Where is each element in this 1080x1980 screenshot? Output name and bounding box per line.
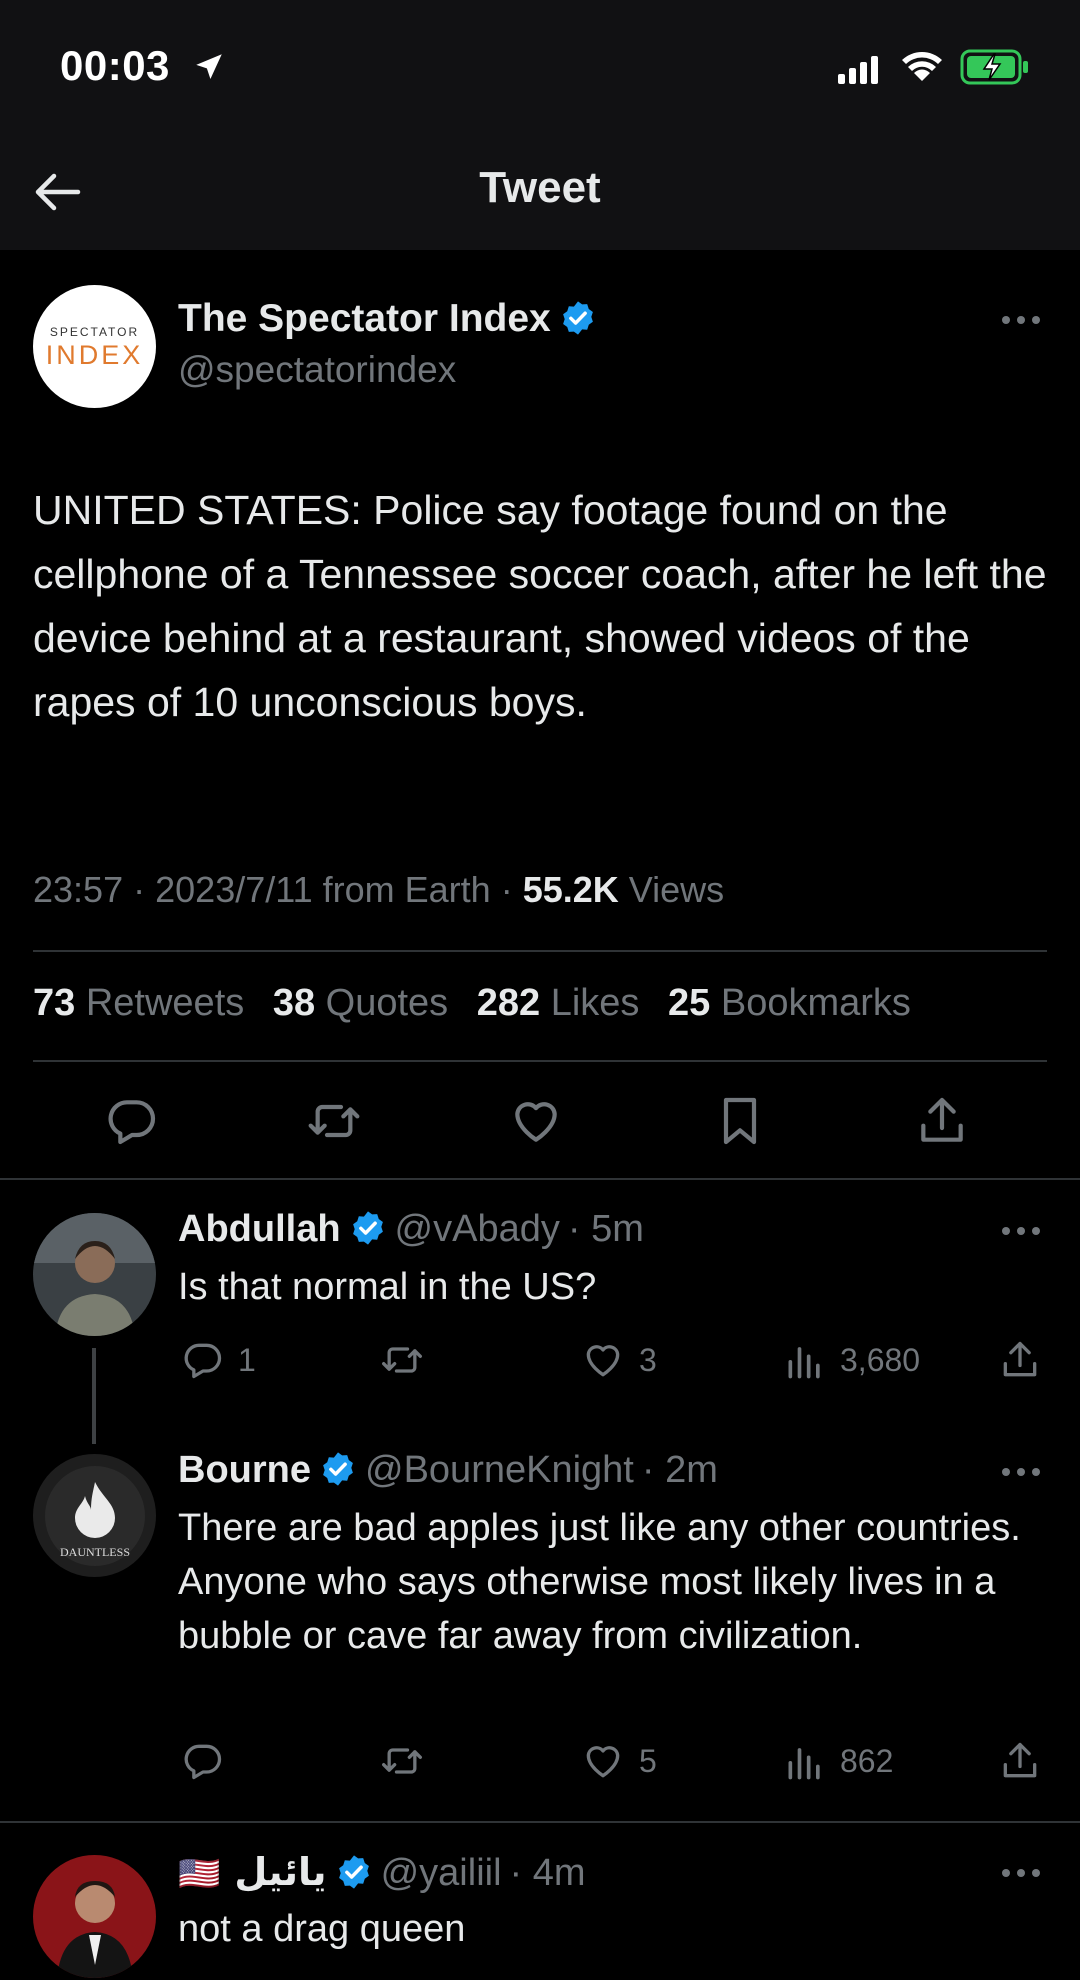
tweet-source: from Earth	[322, 869, 491, 910]
thread-line	[92, 1348, 96, 1444]
reply-author-name[interactable]: يائيل	[234, 1852, 326, 1894]
stat-count: 73	[33, 982, 76, 1024]
quotes-stat[interactable]: 38 Quotes	[273, 982, 448, 1024]
meta-separator: ·	[133, 869, 146, 910]
tweet-text: UNITED STATES: Police say footage found …	[33, 487, 1047, 725]
more-options-icon[interactable]	[1000, 313, 1042, 327]
share-icon[interactable]	[998, 1338, 1042, 1382]
avatar-logo-top: SPECTATOR	[49, 325, 140, 339]
stat-label: Bookmarks	[720, 982, 911, 1024]
status-bar: 00:03	[0, 0, 1080, 135]
wifi-icon	[902, 52, 942, 81]
retweet-icon[interactable]	[306, 1093, 362, 1149]
reply-time: · 4m	[509, 1852, 586, 1894]
reply-avatar[interactable]	[33, 1855, 156, 1978]
reply-time: · 2m	[641, 1449, 718, 1491]
reply-icon[interactable]	[104, 1093, 160, 1149]
retweet-icon[interactable]	[380, 1338, 424, 1382]
like-heart-icon[interactable]	[581, 1338, 625, 1382]
like-heart-icon[interactable]	[508, 1093, 564, 1149]
reply-avatar-label: DAUNTLESS	[60, 1545, 130, 1559]
views-chart-icon[interactable]	[783, 1739, 827, 1783]
more-options-icon[interactable]	[1000, 1465, 1042, 1479]
reply-author-name[interactable]: Bourne	[178, 1449, 311, 1491]
like-heart-icon[interactable]	[581, 1739, 625, 1783]
reply-avatar[interactable]: DAUNTLESS	[33, 1454, 156, 1577]
top-nav-bar: Tweet	[0, 135, 1080, 250]
reply-header: 🇺🇸 يائيل @yailiil · 4m	[178, 1850, 586, 1895]
views-label[interactable]: Views	[629, 869, 724, 910]
author-avatar[interactable]: SPECTATOR INDEX	[33, 285, 156, 408]
divider	[0, 1178, 1080, 1180]
likes-stat[interactable]: 282 Likes	[477, 982, 640, 1024]
verified-badge-icon	[352, 1211, 383, 1245]
views-count: 3,680	[840, 1342, 921, 1378]
views-chart-icon[interactable]	[783, 1338, 827, 1382]
reply-icon[interactable]	[181, 1739, 225, 1783]
bookmark-icon[interactable]	[712, 1093, 768, 1149]
tweet-time: 23:57	[33, 869, 124, 910]
views-count: 862	[840, 1743, 894, 1779]
author-name-row[interactable]: The Spectator Index	[178, 297, 597, 341]
retweet-icon[interactable]	[380, 1739, 424, 1783]
stat-count: 38	[272, 982, 316, 1024]
verified-badge-icon	[338, 1855, 369, 1889]
reply-time: · 5m	[567, 1208, 644, 1250]
divider	[33, 1060, 1047, 1062]
status-time: 00:03	[60, 42, 170, 89]
bookmarks-stat[interactable]: 25 Bookmarks	[668, 982, 911, 1024]
us-flag-icon: 🇺🇸	[178, 1855, 221, 1893]
reply-header: Bourne @BourneKnight · 2m	[178, 1449, 718, 1492]
more-options-icon[interactable]	[1000, 1224, 1042, 1238]
avatar-logo-main: INDEX	[45, 340, 144, 370]
verified-badge-icon	[562, 301, 593, 335]
battery-charging-icon	[960, 49, 1028, 85]
reply-text: not a drag queen	[178, 1908, 466, 1950]
stat-count: 282	[476, 982, 541, 1024]
cellular-signal-icon	[838, 56, 878, 84]
stat-count: 25	[668, 982, 711, 1024]
share-icon[interactable]	[914, 1093, 970, 1149]
tweet-meta: 23:57 · 2023/7/11 from Earth · 55.2K Vie…	[33, 869, 724, 911]
stat-label: Quotes	[325, 982, 449, 1024]
author-handle[interactable]: @spectatorindex	[178, 349, 456, 391]
reply-header: Abdullah @vAbady · 5m	[178, 1208, 644, 1251]
author-name[interactable]: The Spectator Index	[178, 297, 551, 340]
retweets-stat[interactable]: 73 Retweets	[33, 982, 244, 1024]
reply-count: 1	[238, 1342, 256, 1378]
reply-author-name[interactable]: Abdullah	[178, 1208, 341, 1250]
meta-separator: ·	[500, 869, 513, 910]
reply-author-handle[interactable]: @vAbady	[395, 1208, 560, 1250]
share-icon[interactable]	[998, 1739, 1042, 1783]
stat-label: Retweets	[85, 982, 245, 1024]
reply-text: Is that normal in the US?	[178, 1266, 597, 1308]
location-arrow-icon	[196, 54, 222, 80]
reply-author-handle[interactable]: @BourneKnight	[365, 1449, 634, 1491]
tweet-stats: 73 Retweets 38 Quotes 282 Likes 25 Bookm…	[33, 982, 929, 1025]
reply-icon[interactable]	[181, 1338, 225, 1382]
divider	[33, 950, 1047, 952]
like-count: 5	[639, 1743, 657, 1779]
more-options-icon[interactable]	[1000, 1866, 1042, 1880]
divider	[0, 1821, 1080, 1823]
verified-badge-icon	[323, 1452, 353, 1486]
page-title: Tweet	[479, 163, 601, 212]
like-count: 3	[639, 1342, 657, 1378]
views-count[interactable]: 55.2K	[523, 869, 619, 910]
reply-avatar[interactable]	[33, 1213, 156, 1336]
stat-label: Likes	[550, 982, 640, 1024]
reply-author-handle[interactable]: @yailiil	[381, 1852, 502, 1894]
reply-text: There are bad apples just like any other…	[178, 1507, 1021, 1657]
tweet-date: 2023/7/11	[155, 869, 313, 910]
